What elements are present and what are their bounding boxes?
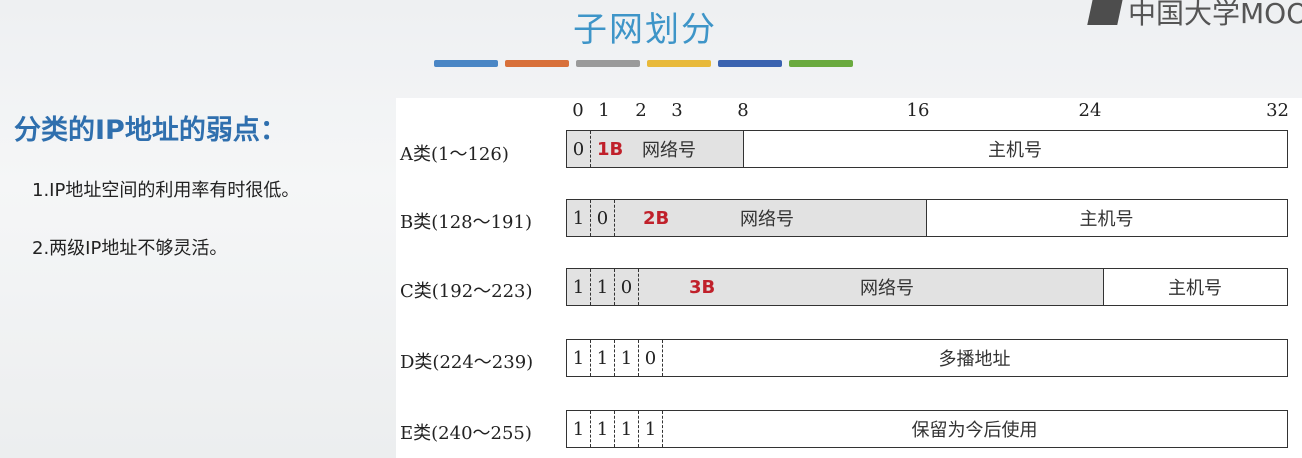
bit-position: 2: [635, 100, 647, 121]
class-a-label: A类(1～126): [400, 144, 509, 165]
color-bar-segment: [718, 60, 782, 67]
class-b-bit: 0: [591, 200, 615, 236]
bit-position: 3: [671, 100, 683, 121]
slide-title: 子网划分: [573, 10, 717, 50]
class-d-bit: 1: [567, 340, 591, 376]
class-d-bit: 0: [639, 340, 663, 376]
color-bar-segment: [434, 60, 498, 67]
class-a-bytes: 1B: [597, 138, 624, 160]
class-d-multicast-label: 多播地址: [938, 349, 1011, 370]
class-c-host-label: 主机号: [1168, 278, 1222, 299]
color-bar-segment: [576, 60, 640, 67]
class-a-bit: 0: [567, 131, 591, 167]
bit-position: 16: [906, 100, 930, 121]
color-bar-segment: [505, 60, 569, 67]
class-c-label: C类(192～223): [400, 281, 533, 302]
bit-position: 8: [737, 100, 749, 121]
class-e-bit: 1: [615, 411, 639, 447]
color-bar-segment: [647, 60, 711, 67]
class-a-host-label: 主机号: [988, 140, 1042, 161]
class-d-bit: 1: [615, 340, 639, 376]
class-a-row: 0 1B 网络号 主机号: [566, 130, 1288, 168]
class-e-bit: 1: [639, 411, 663, 447]
class-e-bit: 1: [567, 411, 591, 447]
class-b-host-label: 主机号: [1079, 209, 1134, 230]
point-2: 2.两级IP地址不够灵活。: [32, 238, 228, 259]
class-c-bit: 0: [615, 269, 639, 305]
class-c-bit: 1: [567, 269, 591, 305]
color-bar: [434, 60, 853, 67]
class-e-bit: 1: [591, 411, 615, 447]
class-c-bit: 1: [591, 269, 615, 305]
bit-position: 1: [598, 100, 610, 121]
class-a-network-label: 网络号: [642, 140, 696, 161]
class-d-bit: 1: [591, 340, 615, 376]
class-b-bytes: 2B: [643, 207, 670, 229]
bit-position: 24: [1078, 100, 1102, 121]
class-e-row: 1 1 1 1 保留为今后使用: [566, 410, 1288, 448]
class-e-label: E类(240～255): [400, 423, 532, 444]
bit-position: 0: [572, 100, 584, 121]
class-b-bit: 1: [567, 200, 591, 236]
point-1: 1.IP地址空间的利用率有时很低。: [32, 180, 300, 201]
class-b-row: 1 0 2B 网络号 主机号: [566, 199, 1288, 237]
bit-position: 32: [1266, 100, 1289, 121]
class-b-network-label: 网络号: [740, 209, 794, 230]
color-bar-segment: [789, 60, 853, 67]
section-heading: 分类的IP地址的弱点：: [14, 115, 287, 146]
class-c-row: 1 1 0 3B 网络号 主机号: [566, 268, 1288, 306]
class-b-label: B类(128～191): [400, 212, 532, 233]
class-c-network-label: 网络号: [860, 278, 914, 299]
class-c-bytes: 3B: [689, 276, 716, 298]
class-d-row: 1 1 1 0 多播地址: [566, 339, 1288, 377]
class-e-reserved-label: 保留为今后使用: [911, 420, 1038, 441]
class-d-label: D类(224～239): [400, 352, 534, 373]
ip-class-diagram: 0 1 2 3 8 16 24 32 A类(1～126) 0 1B 网络号 主机…: [396, 98, 1302, 458]
